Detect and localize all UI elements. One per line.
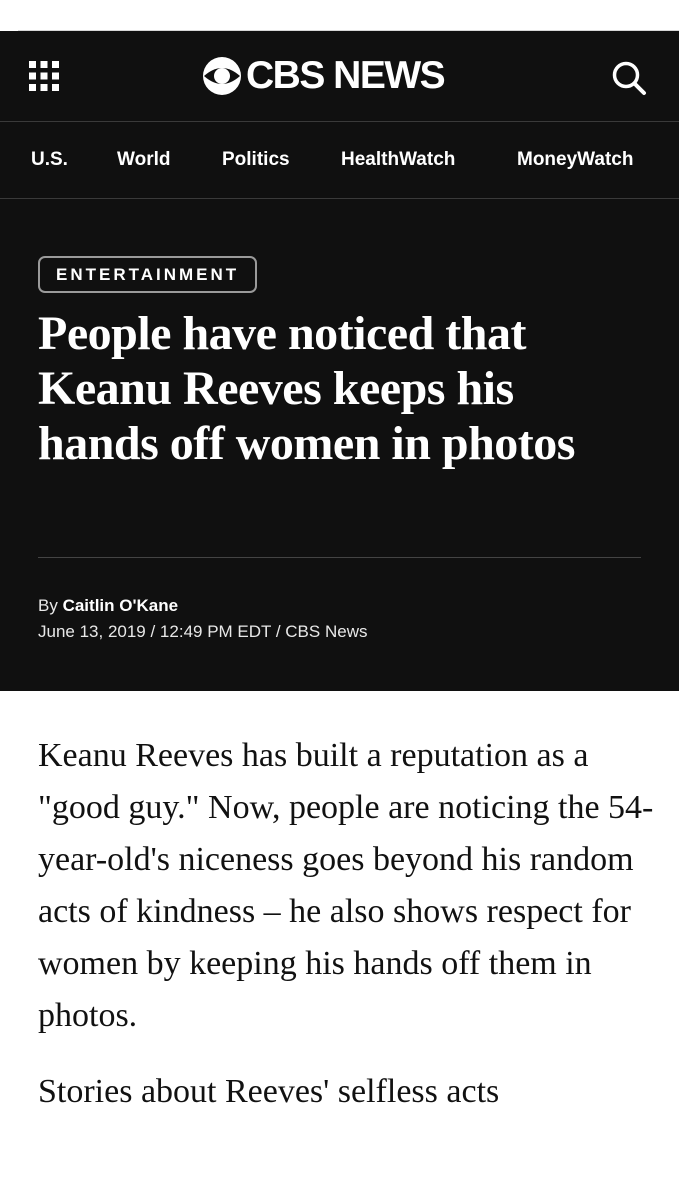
nav-item-politics[interactable]: Politics bbox=[222, 122, 290, 198]
category-badge[interactable]: ENTERTAINMENT bbox=[38, 256, 258, 293]
nav-item-us[interactable]: U.S. bbox=[31, 122, 68, 198]
article-body: Keanu Reeves has built a reputation as a… bbox=[38, 730, 658, 1142]
cbs-news-logo[interactable]: CBS NEWS bbox=[202, 51, 446, 101]
site-header: CBS NEWS U.S. World Politics HealthWatch… bbox=[0, 31, 679, 691]
dateline: June 13, 2019 / 12:49 PM EDT / CBS News bbox=[38, 622, 368, 641]
article-paragraph: Stories about Reeves' selfless acts bbox=[38, 1073, 500, 1110]
nav-item-healthwatch[interactable]: HealthWatch bbox=[341, 122, 455, 198]
byline-prefix: By bbox=[38, 596, 58, 615]
author-link[interactable]: Caitlin O'Kane bbox=[63, 596, 179, 615]
logo-text: CBS NEWS bbox=[246, 54, 446, 97]
byline-divider bbox=[38, 557, 641, 558]
byline: By Caitlin O'Kane bbox=[38, 594, 178, 618]
nav-divider bbox=[0, 198, 679, 199]
search-icon[interactable] bbox=[610, 59, 648, 97]
article-headline: People have noticed that Keanu Reeves ke… bbox=[38, 307, 575, 470]
page: CBS NEWS U.S. World Politics HealthWatch… bbox=[0, 0, 679, 1200]
cbs-eye-icon bbox=[203, 57, 241, 95]
nav-item-world[interactable]: World bbox=[117, 122, 170, 198]
masthead: CBS NEWS bbox=[0, 31, 679, 121]
browser-top-strip bbox=[0, 0, 679, 31]
nav-item-moneywatch[interactable]: MoneyWatch bbox=[517, 122, 633, 198]
grid-menu-icon[interactable] bbox=[28, 60, 60, 92]
section-nav: U.S. World Politics HealthWatch MoneyWat… bbox=[0, 122, 679, 198]
article-paragraph: Keanu Reeves has built a reputation as a… bbox=[38, 737, 654, 1034]
